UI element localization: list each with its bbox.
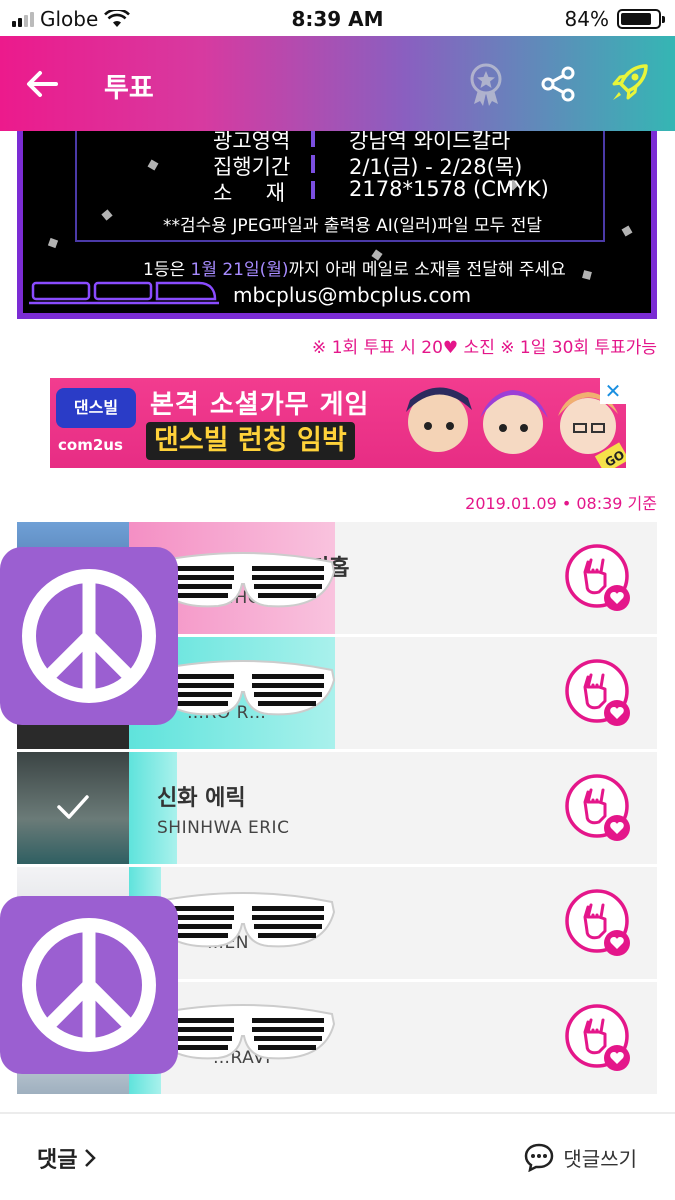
ad-headline: 본격 소셜가무 게임 xyxy=(150,390,370,420)
footer-divider xyxy=(0,1112,675,1114)
ad-subheadline: 댄스빌 런칭 임박 xyxy=(146,422,355,460)
vote-button[interactable] xyxy=(563,542,635,614)
check-icon xyxy=(57,795,89,819)
deadline-suffix: 까지 아래 메일로 소재를 전달해 주세요 xyxy=(288,260,566,280)
rocket-icon[interactable] xyxy=(610,62,650,104)
event-poster: 광고영역 강남역 와이드칼라 집행기간 2/1(금) - 2/28(목) 소 재… xyxy=(17,131,657,319)
vote-button[interactable] xyxy=(563,887,635,959)
peace-sign-icon xyxy=(0,547,178,725)
comments-link[interactable]: 댓글 xyxy=(37,1142,97,1174)
write-comment-button[interactable]: 댓글쓰기 xyxy=(523,1142,637,1172)
peace-sign-icon xyxy=(0,896,178,1074)
status-bar: Globe 8:39 AM 84% xyxy=(0,0,675,36)
vote-rule-text: ※ 1회 투표 시 20♥ 소진 ※ 1일 30회 투표가능 xyxy=(312,338,657,358)
poster-row-value: 2178*1578 (CMYK) xyxy=(349,177,549,201)
poster-note: **검수용 JPEG파일과 출력용 AI(일러)파일 모두 전달 xyxy=(163,216,542,236)
chat-bubble-icon xyxy=(525,1143,554,1172)
candidate-name: 신화 에릭 xyxy=(157,786,246,811)
back-arrow-icon[interactable] xyxy=(22,64,62,104)
ad-logo: 댄스빌 xyxy=(56,388,136,428)
poster-row-key: 소 재 xyxy=(213,181,286,205)
battery-icon xyxy=(617,9,665,29)
vote-button[interactable] xyxy=(563,657,635,729)
battery-percent: 84% xyxy=(564,7,609,31)
train-icon xyxy=(29,281,219,305)
comments-label: 댓글 xyxy=(37,1148,78,1173)
ad-publisher: com2us xyxy=(58,436,123,454)
app-header: 투표 xyxy=(0,36,675,131)
vote-button[interactable] xyxy=(563,772,635,844)
ad-close-button[interactable]: ✕ xyxy=(600,378,626,404)
battery-group: 84% xyxy=(564,7,665,31)
page-title: 투표 xyxy=(104,73,154,104)
candidate-name-en: SHINHWA ERIC xyxy=(157,818,290,838)
poster-email: mbcplus@mbcplus.com xyxy=(233,283,472,307)
vote-button[interactable] xyxy=(563,1002,635,1074)
share-icon[interactable] xyxy=(540,66,576,102)
write-comment-label: 댓글쓰기 xyxy=(563,1146,637,1171)
ad-banner[interactable]: 댄스빌 com2us 본격 소셜가무 게임 댄스빌 런칭 임박 GO ✕ xyxy=(50,378,626,468)
award-ribbon-icon[interactable] xyxy=(466,62,506,108)
ad-characters-illustration: GO xyxy=(406,387,626,468)
ranking-timestamp: 2019.01.09 • 08:39 기준 xyxy=(465,494,657,513)
chevron-right-icon xyxy=(85,1149,97,1167)
candidate-row[interactable]: 신화 에릭 SHINHWA ERIC xyxy=(17,752,657,864)
